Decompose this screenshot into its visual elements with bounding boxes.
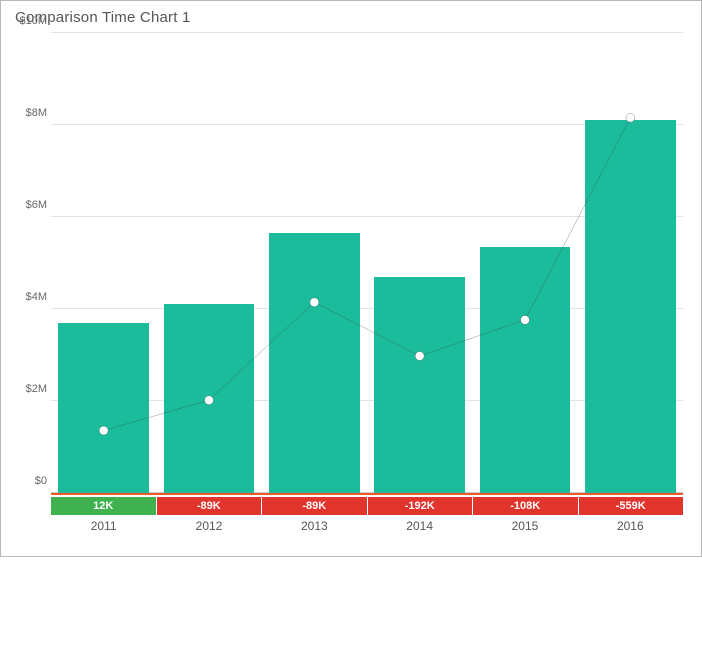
y-tick: $6M: [7, 199, 47, 211]
y-tick: $10M: [7, 15, 47, 27]
bar[interactable]: [269, 233, 360, 493]
status-cell[interactable]: -108K: [473, 497, 579, 515]
bar[interactable]: [58, 323, 149, 493]
bar[interactable]: [374, 277, 465, 493]
status-cell[interactable]: -89K: [262, 497, 368, 515]
status-cell[interactable]: -89K: [157, 497, 263, 515]
y-tick: $0: [7, 475, 47, 487]
chart-card: Comparison Time Chart 1 $0 $2M $4M $6M $…: [0, 0, 702, 557]
category-label: 2016: [578, 517, 683, 533]
bar[interactable]: [585, 120, 676, 493]
category-label: 2015: [472, 517, 577, 533]
category-label: 2012: [156, 517, 261, 533]
status-row: 12K -89K -89K -192K -108K -559K: [51, 497, 683, 515]
category-label: 2011: [51, 517, 156, 533]
status-cell[interactable]: 12K: [51, 497, 157, 515]
bar[interactable]: [164, 304, 255, 493]
chart-title: Comparison Time Chart 1: [15, 9, 691, 26]
y-tick: $4M: [7, 291, 47, 303]
plot-area: $0 $2M $4M $6M $8M $10M: [51, 33, 683, 493]
category-axis: 2011 2012 2013 2014 2015 2016: [51, 517, 683, 533]
y-tick: $8M: [7, 107, 47, 119]
category-label: 2014: [367, 517, 472, 533]
y-tick: $2M: [7, 383, 47, 395]
status-cell[interactable]: -192K: [368, 497, 474, 515]
bar[interactable]: [480, 247, 571, 493]
status-cell[interactable]: -559K: [579, 497, 684, 515]
baseline: [51, 493, 683, 495]
category-label: 2013: [262, 517, 367, 533]
bars-layer: [51, 33, 683, 493]
